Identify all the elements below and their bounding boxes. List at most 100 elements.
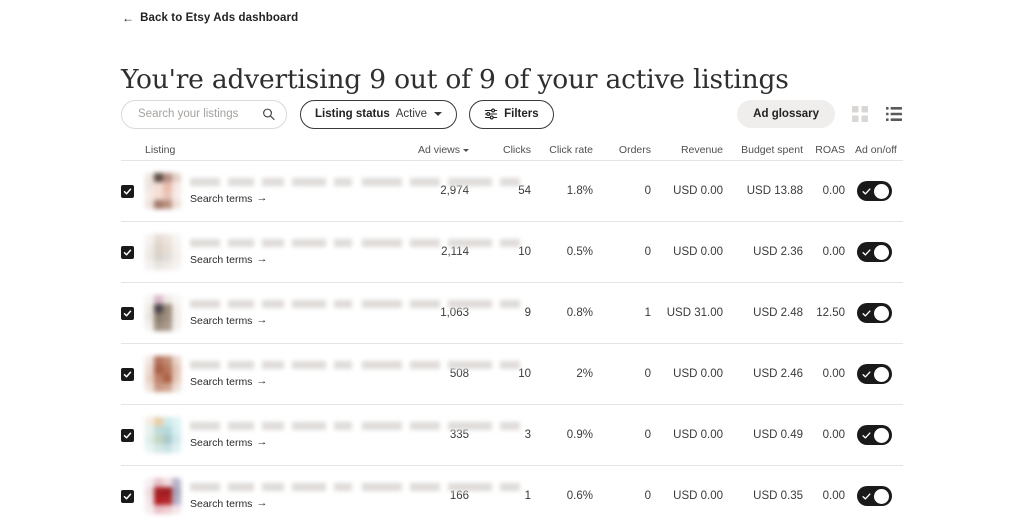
cell-orders: 0 xyxy=(593,429,651,441)
filters-button[interactable]: Filters xyxy=(469,100,554,129)
check-icon xyxy=(862,492,871,501)
cell-budget-spent: USD 2.46 xyxy=(723,368,803,380)
table-row[interactable]: Search terms→2,974541.8%0USD 0.00USD 13.… xyxy=(121,160,903,221)
search-listings-box[interactable] xyxy=(121,100,287,129)
ad-on-off-toggle[interactable] xyxy=(857,486,892,506)
cell-ad-onoff xyxy=(845,303,903,323)
toolbar: Listing status Active Filters Ad glossar… xyxy=(121,99,903,129)
row-select-cell xyxy=(121,246,145,259)
cell-orders: 0 xyxy=(593,490,651,502)
table-row[interactable]: Search terms→1,06390.8%1USD 31.00USD 2.4… xyxy=(121,282,903,343)
table-body: Search terms→2,974541.8%0USD 0.00USD 13.… xyxy=(121,160,903,522)
search-terms-label: Search terms xyxy=(190,376,252,388)
filters-icon xyxy=(484,107,498,121)
check-icon xyxy=(862,431,871,440)
cell-ad-onoff xyxy=(845,181,903,201)
toolbar-right-group: Ad glossary xyxy=(737,100,903,128)
search-terms-label: Search terms xyxy=(190,437,252,449)
row-checkbox[interactable] xyxy=(121,185,134,198)
cell-roas: 0.00 xyxy=(803,490,845,502)
check-icon xyxy=(862,248,871,257)
ad-on-off-toggle[interactable] xyxy=(857,425,892,445)
list-view-icon[interactable] xyxy=(885,105,903,123)
arrow-right-icon: → xyxy=(256,254,267,265)
row-checkbox[interactable] xyxy=(121,368,134,381)
listing-cell: Search terms→ xyxy=(145,356,407,392)
table-row[interactable]: Search terms→16610.6%0USD 0.00USD 0.350.… xyxy=(121,465,903,522)
cell-clicks: 9 xyxy=(469,307,531,319)
row-checkbox[interactable] xyxy=(121,429,134,442)
cell-click-rate: 1.8% xyxy=(531,185,593,197)
cell-roas: 0.00 xyxy=(803,246,845,258)
listing-title-redacted xyxy=(362,239,520,247)
ad-on-off-toggle[interactable] xyxy=(857,181,892,201)
cell-clicks: 10 xyxy=(469,368,531,380)
table-row[interactable]: Search terms→508102%0USD 0.00USD 2.460.0… xyxy=(121,343,903,404)
header-clicks[interactable]: Clicks xyxy=(469,144,531,156)
search-terms-link[interactable]: Search terms→ xyxy=(190,437,407,449)
row-checkbox[interactable] xyxy=(121,307,134,320)
listing-thumbnail[interactable] xyxy=(145,356,181,392)
header-revenue[interactable]: Revenue xyxy=(651,144,723,156)
row-select-cell xyxy=(121,490,145,503)
search-terms-link[interactable]: Search terms→ xyxy=(190,376,407,388)
cell-click-rate: 0.9% xyxy=(531,429,593,441)
cell-ad-views: 166 xyxy=(407,490,469,502)
listing-status-filter[interactable]: Listing status Active xyxy=(300,100,457,129)
listing-status-label: Listing status xyxy=(315,108,390,120)
arrow-right-icon: → xyxy=(256,315,267,326)
listing-thumbnail[interactable] xyxy=(145,234,181,270)
listing-title-redacted xyxy=(190,300,352,308)
ad-on-off-toggle[interactable] xyxy=(857,303,892,323)
table-row[interactable]: Search terms→2,114100.5%0USD 0.00USD 2.3… xyxy=(121,221,903,282)
search-terms-link[interactable]: Search terms→ xyxy=(190,193,407,205)
cell-ad-onoff xyxy=(845,486,903,506)
cell-budget-spent: USD 2.36 xyxy=(723,246,803,258)
row-select-cell xyxy=(121,368,145,381)
cell-revenue: USD 0.00 xyxy=(651,185,723,197)
cell-orders: 1 xyxy=(593,307,651,319)
listing-thumbnail[interactable] xyxy=(145,478,181,514)
toggle-knob xyxy=(874,367,889,382)
header-ad-views[interactable]: Ad views xyxy=(407,144,469,156)
check-icon xyxy=(862,309,871,318)
back-to-dashboard-label: Back to Etsy Ads dashboard xyxy=(140,12,298,24)
cell-ad-views: 335 xyxy=(407,429,469,441)
etsy-ads-listings-page: ← Back to Etsy Ads dashboard You're adve… xyxy=(0,0,1024,522)
cell-budget-spent: USD 13.88 xyxy=(723,185,803,197)
cell-budget-spent: USD 0.49 xyxy=(723,429,803,441)
listing-thumbnail[interactable] xyxy=(145,173,181,209)
cell-clicks: 10 xyxy=(469,246,531,258)
search-terms-link[interactable]: Search terms→ xyxy=(190,498,407,510)
listing-cell: Search terms→ xyxy=(145,295,407,331)
header-ad-views-label: Ad views xyxy=(418,144,460,156)
check-icon xyxy=(862,187,871,196)
listings-table: Listing Ad views Clicks Click rate Order… xyxy=(121,140,903,522)
search-input[interactable] xyxy=(136,107,256,121)
cell-orders: 0 xyxy=(593,368,651,380)
header-click-rate[interactable]: Click rate xyxy=(531,144,593,156)
cell-clicks: 1 xyxy=(469,490,531,502)
search-terms-label: Search terms xyxy=(190,193,252,205)
ad-on-off-toggle[interactable] xyxy=(857,242,892,262)
search-terms-link[interactable]: Search terms→ xyxy=(190,254,407,266)
grid-view-icon[interactable] xyxy=(851,105,869,123)
arrow-right-icon: → xyxy=(256,498,267,509)
back-to-dashboard-link[interactable]: ← Back to Etsy Ads dashboard xyxy=(122,12,298,24)
ad-glossary-button[interactable]: Ad glossary xyxy=(737,100,835,128)
listing-thumbnail[interactable] xyxy=(145,417,181,453)
header-roas[interactable]: ROAS xyxy=(803,144,845,156)
listing-cell: Search terms→ xyxy=(145,173,407,209)
toggle-knob xyxy=(874,184,889,199)
ad-on-off-toggle[interactable] xyxy=(857,364,892,384)
table-row[interactable]: Search terms→33530.9%0USD 0.00USD 0.490.… xyxy=(121,404,903,465)
cell-ad-views: 2,974 xyxy=(407,185,469,197)
search-terms-link[interactable]: Search terms→ xyxy=(190,315,407,327)
cell-click-rate: 0.5% xyxy=(531,246,593,258)
header-orders[interactable]: Orders xyxy=(593,144,651,156)
header-budget-spent[interactable]: Budget spent xyxy=(723,144,803,156)
listing-thumbnail[interactable] xyxy=(145,295,181,331)
row-checkbox[interactable] xyxy=(121,246,134,259)
row-checkbox[interactable] xyxy=(121,490,134,503)
listing-status-value: Active xyxy=(396,108,427,120)
